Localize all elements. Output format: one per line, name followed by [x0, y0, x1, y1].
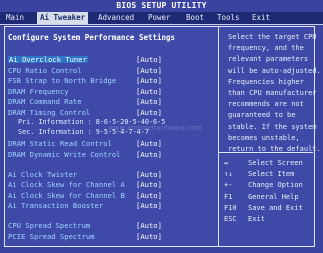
setting-dram-dynamic-write[interactable]: DRAM Dynamic Write Control [Auto]	[8, 151, 216, 160]
key-description: General Help	[248, 192, 299, 201]
setting-label: FSB Strap to North Bridge	[8, 76, 117, 85]
tab-power[interactable]: Power	[148, 12, 171, 24]
setting-cpu-ratio-control[interactable]: CPU Ratio Control [Auto]	[8, 67, 216, 76]
setting-dram-command-rate[interactable]: DRAM Command Rate [Auto]	[8, 98, 216, 107]
setting-clock-skew-a[interactable]: Ai Clock Skew for Channel A [Auto]	[8, 181, 216, 190]
help-line: will be auto-adjusted.	[228, 66, 321, 75]
setting-dram-timing-control[interactable]: DRAM Timing Control [Auto]	[8, 109, 216, 118]
setting-value[interactable]: [Auto]	[136, 67, 162, 74]
arrows-up-down-icon: ↑↓	[224, 170, 233, 179]
plus-minus-key: +-	[224, 181, 233, 190]
setting-value[interactable]: [Auto]	[136, 88, 162, 95]
key-description: Select Item	[248, 170, 295, 179]
setting-label: Ai Clock Twister	[8, 170, 78, 179]
setting-fsb-strap[interactable]: FSB Strap to North Bridge [Auto]	[8, 77, 216, 86]
key-change-option: +- Change Option	[224, 180, 314, 191]
setting-label: DRAM Static Read Control	[8, 139, 112, 148]
setting-value[interactable]: [Auto]	[136, 109, 162, 116]
tab-exit[interactable]: Exit	[252, 12, 270, 24]
help-line: guaranteed to be	[228, 111, 296, 120]
setting-value[interactable]: [Auto]	[136, 77, 162, 84]
help-line: stable. If the system	[228, 122, 317, 131]
watermark: www.xtremehardware.com	[108, 124, 202, 132]
key-select-item: ↑↓ Select Item	[224, 169, 314, 180]
setting-label: CPU Spread Spectrum	[8, 221, 91, 230]
panel-divider	[218, 26, 219, 247]
f10-key: F10	[224, 203, 237, 212]
setting-value[interactable]: [Auto]	[136, 140, 162, 147]
help-line: recommends are not	[228, 100, 304, 109]
section-heading: Configure System Performance Settings	[8, 33, 176, 42]
setting-value[interactable]: [Auto]	[136, 171, 162, 178]
key-exit: ESC Exit	[224, 214, 314, 225]
setting-dram-static-read[interactable]: DRAM Static Read Control [Auto]	[8, 140, 216, 149]
setting-value[interactable]: [Auto]	[136, 151, 162, 158]
help-text: Select the target CPU frequency, and the…	[228, 32, 321, 155]
key-select-screen: ↔ Select Screen	[224, 158, 314, 169]
setting-cpu-spread-spectrum[interactable]: CPU Spread Spectrum [Auto]	[8, 222, 216, 231]
help-line: frequency, and the	[228, 44, 304, 53]
setting-pcie-spread-spectrum[interactable]: PCIE Spread Spectrum [Auto]	[8, 233, 216, 242]
setting-label: CPU Ratio Control	[8, 66, 82, 75]
help-line: becomes unstable,	[228, 133, 300, 142]
setting-ai-clock-twister[interactable]: Ai Clock Twister [Auto]	[8, 171, 216, 180]
help-line: Frequencies higher	[228, 77, 304, 86]
setting-value[interactable]: [Auto]	[136, 56, 162, 63]
f1-key: F1	[224, 192, 233, 201]
help-line: than CPU manufacturer	[228, 89, 317, 98]
tab-tools[interactable]: Tools	[217, 12, 240, 24]
tab-boot[interactable]: Boot	[186, 12, 204, 24]
key-legend: ↔ Select Screen ↑↓ Select Item +- Change…	[224, 158, 314, 225]
help-separator	[219, 152, 313, 153]
setting-label: Ai Overclock Tuner	[8, 55, 88, 64]
help-line: relevant parameters	[228, 55, 309, 64]
help-line: return to the default.	[228, 145, 321, 154]
setting-label: Ai Transaction Booster	[8, 201, 104, 210]
arrows-left-right-icon: ↔	[224, 159, 229, 167]
setting-label: DRAM Frequency	[8, 87, 69, 96]
tab-main[interactable]: Main	[6, 12, 24, 24]
setting-value[interactable]: [Auto]	[136, 222, 162, 229]
key-general-help: F1 General Help	[224, 192, 314, 203]
bios-title: BIOS SETUP UTILITY	[0, 0, 323, 12]
setting-value[interactable]: [Auto]	[136, 98, 162, 105]
setting-value[interactable]: [Auto]	[136, 181, 162, 188]
key-save-exit: F10 Save and Exit	[224, 203, 314, 214]
setting-transaction-booster[interactable]: Ai Transaction Booster [Auto]	[8, 202, 216, 211]
menu-bar: Main Ai Tweaker Advanced Power Boot Tool…	[0, 12, 323, 25]
setting-label: Ai Clock Skew for Channel A	[8, 180, 125, 189]
esc-key: ESC	[224, 214, 237, 223]
setting-value[interactable]: [Auto]	[136, 233, 162, 240]
key-description: Change Option	[248, 181, 303, 190]
tab-advanced[interactable]: Advanced	[98, 12, 134, 24]
setting-value[interactable]: [Auto]	[136, 202, 162, 209]
setting-label: PCIE Spread Spectrum	[8, 232, 95, 241]
key-description: Exit	[248, 214, 265, 223]
setting-ai-overclock-tuner[interactable]: Ai Overclock Tuner [Auto]	[8, 56, 216, 65]
setting-clock-skew-b[interactable]: Ai Clock Skew for Channel B [Auto]	[8, 192, 216, 201]
setting-value[interactable]: [Auto]	[136, 192, 162, 199]
tab-ai-tweaker[interactable]: Ai Tweaker	[37, 12, 89, 24]
setting-label: Ai Clock Skew for Channel B	[8, 191, 125, 200]
setting-label: DRAM Dynamic Write Control	[8, 150, 121, 159]
key-description: Save and Exit	[248, 203, 303, 212]
setting-label: DRAM Timing Control	[8, 108, 91, 117]
help-line: Select the target CPU	[228, 33, 317, 41]
setting-dram-frequency[interactable]: DRAM Frequency [Auto]	[8, 88, 216, 97]
setting-label: DRAM Command Rate	[8, 97, 82, 106]
key-description: Select Screen	[248, 159, 303, 167]
